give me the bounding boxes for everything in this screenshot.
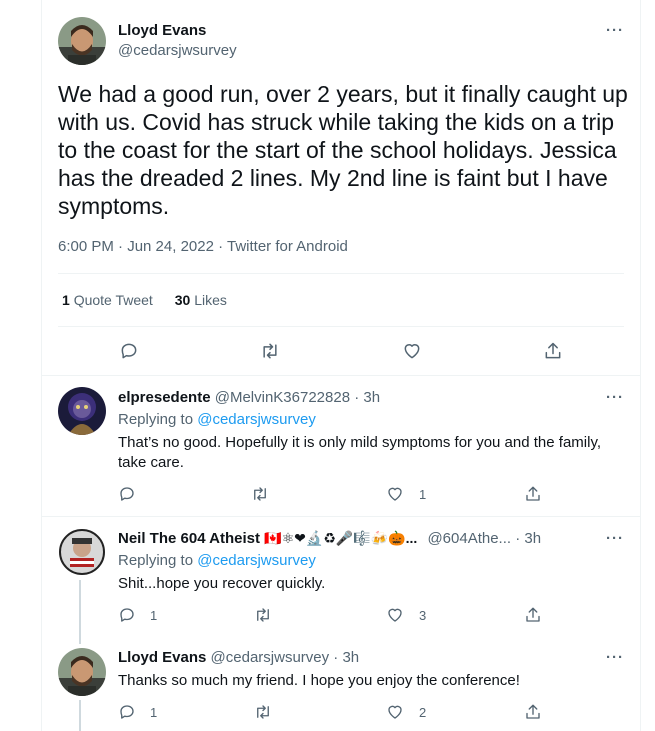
reply-count: 1 [150, 607, 158, 623]
heart-icon [388, 705, 402, 719]
reply-author-name[interactable]: Neil The 604 Atheist [118, 530, 260, 547]
reply-author-handle[interactable]: @cedarsjwsurvey [211, 649, 330, 666]
reply-button[interactable] [118, 485, 150, 503]
timeline-border-left [41, 0, 42, 731]
like-count: 30 [174, 292, 191, 308]
reply-author-handle[interactable]: @604Athe... [427, 530, 511, 547]
heart-icon [404, 344, 420, 359]
reply-time[interactable]: · 3h [354, 389, 380, 406]
retweet-icon [257, 705, 269, 719]
reply-header: Lloyd Evans @cedarsjwsurvey · 3h [118, 649, 359, 666]
replying-to-link[interactable]: @cedarsjwsurvey [197, 552, 316, 569]
reply-text: That’s no good. Hopefully it is only mil… [118, 434, 601, 471]
quote-tweet-stat[interactable]: 1 Quote Tweet [62, 292, 153, 308]
heart-icon [388, 487, 402, 501]
timeline-border-right [640, 0, 641, 731]
likes-stat[interactable]: 30 Likes [175, 292, 227, 308]
reply-header: Neil The 604 Atheist 🇨🇦⚛❤🔬♻🎤🎼🍻🎃... @604A… [118, 530, 541, 547]
retweet-icon [257, 608, 269, 622]
divider [58, 326, 624, 327]
name-emojis: 🇨🇦⚛❤🔬♻🎤🎼🍻🎃... [264, 530, 418, 546]
quote-count: 1 [62, 292, 70, 308]
author-handle[interactable]: @cedarsjwsurvey [118, 42, 237, 59]
share-icon [526, 607, 540, 622]
share-button[interactable] [523, 606, 543, 624]
avatar[interactable] [58, 17, 106, 65]
reply-author-name[interactable]: elpresedente [118, 389, 211, 406]
more-options-icon[interactable]: ··· [606, 389, 624, 406]
like-count: 1 [419, 486, 427, 502]
more-options-icon[interactable]: ··· [606, 22, 624, 39]
divider [42, 375, 640, 376]
reply-author-name[interactable]: Lloyd Evans [118, 649, 206, 666]
replying-prefix: Replying to [118, 411, 194, 428]
replying-to-link[interactable]: @cedarsjwsurvey [197, 411, 316, 428]
thread-connector [79, 580, 81, 644]
quote-label: Quote Tweet [73, 292, 153, 308]
avatar-photo-lloyd [58, 648, 106, 696]
reply-icon [120, 608, 134, 622]
heart-icon [388, 608, 402, 622]
reply-icon [120, 705, 134, 719]
like-count: 2 [419, 704, 427, 720]
like-button[interactable]: 3 [385, 606, 426, 624]
more-options-icon[interactable]: ··· [606, 530, 624, 547]
retweet-button[interactable] [250, 485, 284, 503]
like-button[interactable] [401, 341, 423, 361]
avatar-photo-lloyd [58, 17, 106, 65]
tweet-timestamp[interactable]: 6:00 PM · Jun 24, 2022 · Twitter for And… [58, 238, 348, 255]
reply-button[interactable] [119, 341, 139, 361]
reply-header: elpresedente @MelvinK36722828 · 3h [118, 389, 380, 406]
reply-time[interactable]: · 3h [515, 530, 541, 547]
reply-time[interactable]: · 3h [333, 649, 359, 666]
avatar[interactable] [58, 387, 106, 435]
share-icon [545, 342, 561, 359]
author-name[interactable]: Lloyd Evans [118, 22, 206, 39]
reply-author-handle[interactable]: @MelvinK36722828 [215, 389, 350, 406]
retweet-button[interactable] [253, 703, 287, 721]
reply-button[interactable]: 1 [118, 703, 157, 721]
reply-count: 1 [150, 704, 158, 720]
reply-icon [121, 343, 137, 359]
like-button[interactable]: 1 [385, 485, 426, 503]
avatar-photo-elpresedente [58, 387, 106, 435]
reply-button[interactable]: 1 [118, 606, 157, 624]
reply-text: Thanks so much my friend. I hope you enj… [118, 672, 520, 689]
retweet-button[interactable] [259, 341, 281, 361]
avatar-photo-neil [58, 528, 106, 576]
reply-icon [120, 487, 134, 501]
thread-connector [79, 700, 81, 731]
retweet-button[interactable] [253, 606, 287, 624]
avatar[interactable] [58, 648, 106, 696]
like-button[interactable]: 2 [385, 703, 426, 721]
reply-text: Shit...hope you recover quickly. [118, 575, 326, 592]
retweet-icon [254, 487, 266, 501]
divider [58, 273, 624, 274]
tweet-stats: 1 Quote Tweet 30 Likes [62, 292, 227, 308]
tweet-text: We had a good run, over 2 years, but it … [58, 81, 628, 219]
more-options-icon[interactable]: ··· [606, 649, 624, 666]
like-count: 3 [419, 607, 427, 623]
divider [42, 516, 640, 517]
likes-label: Likes [194, 292, 227, 308]
replying-prefix: Replying to [118, 552, 194, 569]
replying-to: Replying to @cedarsjwsurvey [118, 552, 316, 569]
share-icon [526, 704, 540, 719]
retweet-icon [263, 343, 277, 359]
replying-to: Replying to @cedarsjwsurvey [118, 411, 316, 428]
avatar[interactable] [58, 528, 106, 576]
share-button[interactable] [523, 703, 543, 721]
share-button[interactable] [523, 485, 543, 503]
share-icon [526, 486, 540, 501]
share-button[interactable] [542, 341, 564, 361]
